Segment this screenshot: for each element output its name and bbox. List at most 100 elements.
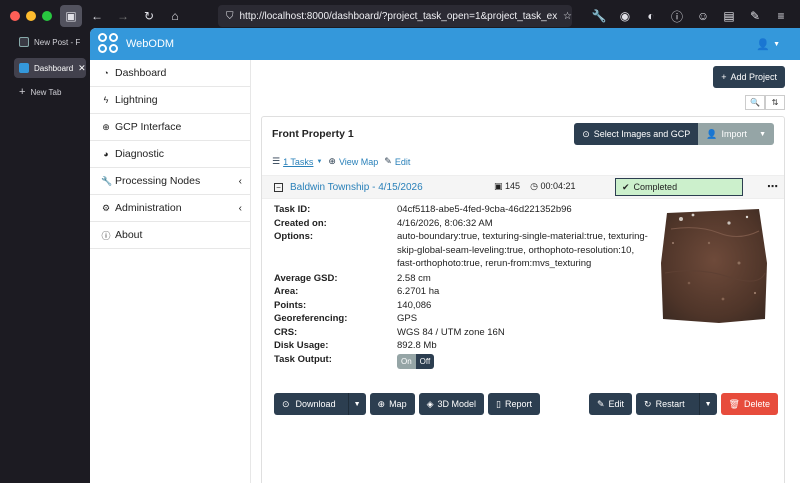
maximize-window-button[interactable] [42, 11, 52, 21]
search-icon[interactable]: 🔍 [745, 95, 765, 110]
tab-dashboard[interactable]: Dashboard ✕ [14, 58, 86, 78]
download-dropdown-button[interactable]: ▼ [347, 393, 366, 415]
select-images-label: Select Images and GCP [593, 129, 691, 139]
detail-value: 2.58 cm [397, 272, 431, 284]
task-output-toggle[interactable]: On Off [397, 353, 435, 369]
view-map-label: View Map [338, 156, 379, 167]
select-images-button[interactable]: ⊙ Select Images and GCP [574, 123, 699, 145]
detail-key: Georeferencing: [274, 313, 348, 324]
task-row[interactable]: − Baldwin Township - 4/15/2026 ▣ 145 ◷ 0… [262, 175, 784, 199]
brand-name[interactable]: WebODM [126, 38, 174, 50]
user-menu[interactable]: 👤 ▼ [756, 38, 780, 51]
avatar-icon[interactable]: ☺ [692, 5, 714, 27]
tab-favicon-icon [19, 63, 29, 73]
check-icon: ✔ [622, 181, 630, 192]
detail-value: 4/16/2026, 8:06:32 AM [397, 217, 493, 229]
reload-icon[interactable]: ↻ [138, 5, 160, 27]
detail-value: WGS 84 / UTM zone 16N [397, 326, 505, 338]
image-icon: ▣ [494, 181, 503, 191]
report-button[interactable]: ▯ Report [488, 393, 540, 415]
close-tab-icon[interactable]: ✕ [78, 63, 86, 74]
download-button[interactable]: ⊙ Download [274, 393, 348, 415]
task-duration: ◷ 00:04:21 [530, 181, 575, 192]
tab-new-post[interactable]: New Post - F [14, 32, 86, 52]
detail-value: 04cf5118-abe5-4fed-9cba-46d221352b96 [397, 204, 572, 215]
user-icon: 👤 [756, 38, 771, 51]
extension-badge-icon[interactable]: ⓘ [666, 5, 688, 27]
caret-down-icon: ▼ [316, 158, 323, 165]
wrench-icon[interactable]: 🔧 [588, 5, 610, 27]
status-label: Completed [633, 182, 678, 192]
map-button[interactable]: ⊕ Map [369, 393, 415, 415]
status-badge: ✔ Completed [615, 178, 743, 196]
plus-icon: + [19, 86, 26, 98]
sidebar-item-label: About [115, 229, 143, 241]
view-map-link[interactable]: ⊕ View Map [328, 156, 378, 167]
sidebar-item-administration[interactable]: ⚙ Administration ‹ [90, 195, 250, 222]
webodm-logo-icon[interactable] [98, 33, 120, 55]
sidebar-item-label: Dashboard [115, 67, 167, 79]
url-text: http://localhost:8000/dashboard/?project… [239, 10, 558, 22]
edit-task-button[interactable]: ✎ Edit [588, 393, 633, 415]
dashboard-icon: ◔ [103, 68, 109, 78]
import-button[interactable]: 👤 Import ▼ [698, 123, 774, 145]
sidebar-item-processing-nodes[interactable]: 🔧 Processing Nodes ‹ [90, 168, 250, 195]
sort-icon[interactable]: ⇅ [765, 95, 785, 110]
bookmark-star-icon[interactable]: ☆ [563, 11, 572, 22]
bolt-icon: ϟ [103, 95, 109, 105]
sidebar: ◔ Dashboard ϟ Lightning ⊕ GCP Interface … [90, 60, 251, 483]
tab-new-tab[interactable]: + New Tab [14, 82, 86, 102]
detail-key: Area: [274, 286, 299, 297]
sidebar-toggle-icon[interactable]: ▣ [60, 5, 82, 27]
detail-row: Georeferencing: GPS [274, 312, 654, 326]
orthophoto-thumbnail[interactable] [659, 203, 771, 325]
tasks-link[interactable]: ☰ 1 Tasks ▼ [272, 156, 322, 167]
document-icon: ▯ [496, 398, 501, 409]
3d-model-button[interactable]: ◈ 3D Model [418, 393, 485, 415]
restart-button[interactable]: ↻ Restart [636, 393, 699, 415]
detail-row: Points: 140,086 [274, 299, 654, 313]
images-count-value: 145 [505, 181, 521, 191]
sidebar-item-lightning[interactable]: ϟ Lightning [90, 87, 250, 114]
detail-key: Disk Usage: [274, 340, 329, 351]
detail-key: Average GSD: [274, 272, 338, 284]
toggle-on[interactable]: On [397, 353, 416, 369]
detail-row: Average GSD: 2.58 cm [274, 272, 654, 286]
tab-label: New Post - F [34, 37, 81, 47]
caret-down-icon: ▼ [759, 130, 766, 138]
sidebar-item-about[interactable]: ⓘ About [90, 222, 250, 249]
restart-button-group: ↻ Restart ▼ [636, 393, 717, 415]
collapse-icon[interactable]: − [274, 182, 283, 192]
task-name[interactable]: Baldwin Township - 4/15/2026 [290, 182, 423, 193]
detail-value: 892.8 Mb [397, 340, 437, 351]
cube-icon: ◈ [426, 398, 434, 409]
list-icon: ☰ [272, 156, 281, 166]
address-bar[interactable]: ⛉ http://localhost:8000/dashboard/?proje… [218, 5, 572, 27]
home-icon[interactable]: ⌂ [164, 5, 186, 27]
extensions-icon[interactable]: ✎ [744, 5, 766, 27]
tab-favicon-icon [19, 37, 29, 47]
sidebar-item-dashboard[interactable]: ◔ Dashboard [90, 60, 250, 87]
app-header: WebODM 👤 ▼ [90, 28, 800, 60]
menu-icon[interactable]: ≡ [770, 5, 792, 27]
sidebar-item-diagnostic[interactable]: ◕ Diagnostic [90, 141, 250, 168]
detail-key: CRS: [274, 326, 298, 338]
add-project-button[interactable]: + Add Project [713, 66, 785, 88]
container-icon[interactable]: ▤ [718, 5, 740, 27]
sidebar-item-label: Diagnostic [115, 148, 165, 160]
restart-label: Restart [655, 399, 685, 409]
toggle-off[interactable]: Off [415, 353, 435, 369]
account-icon[interactable]: ◉ [614, 5, 636, 27]
forward-icon[interactable]: → [112, 5, 134, 27]
back-icon[interactable]: ← [86, 5, 108, 27]
map-label: Map [389, 399, 407, 409]
edit-project-link[interactable]: ✎ Edit [384, 156, 410, 167]
close-window-button[interactable] [10, 11, 20, 21]
restart-dropdown-button[interactable]: ▼ [698, 393, 717, 415]
delete-task-button[interactable]: 🗑 Delete [720, 393, 778, 415]
shield-extension-icon[interactable]: ◐ [640, 5, 662, 27]
sidebar-item-gcp-interface[interactable]: ⊕ GCP Interface [90, 114, 250, 141]
minimize-window-button[interactable] [26, 11, 36, 21]
detail-row: CRS: WGS 84 / UTM zone 16N [274, 326, 654, 340]
task-menu-icon[interactable]: ⋯ [767, 180, 778, 193]
